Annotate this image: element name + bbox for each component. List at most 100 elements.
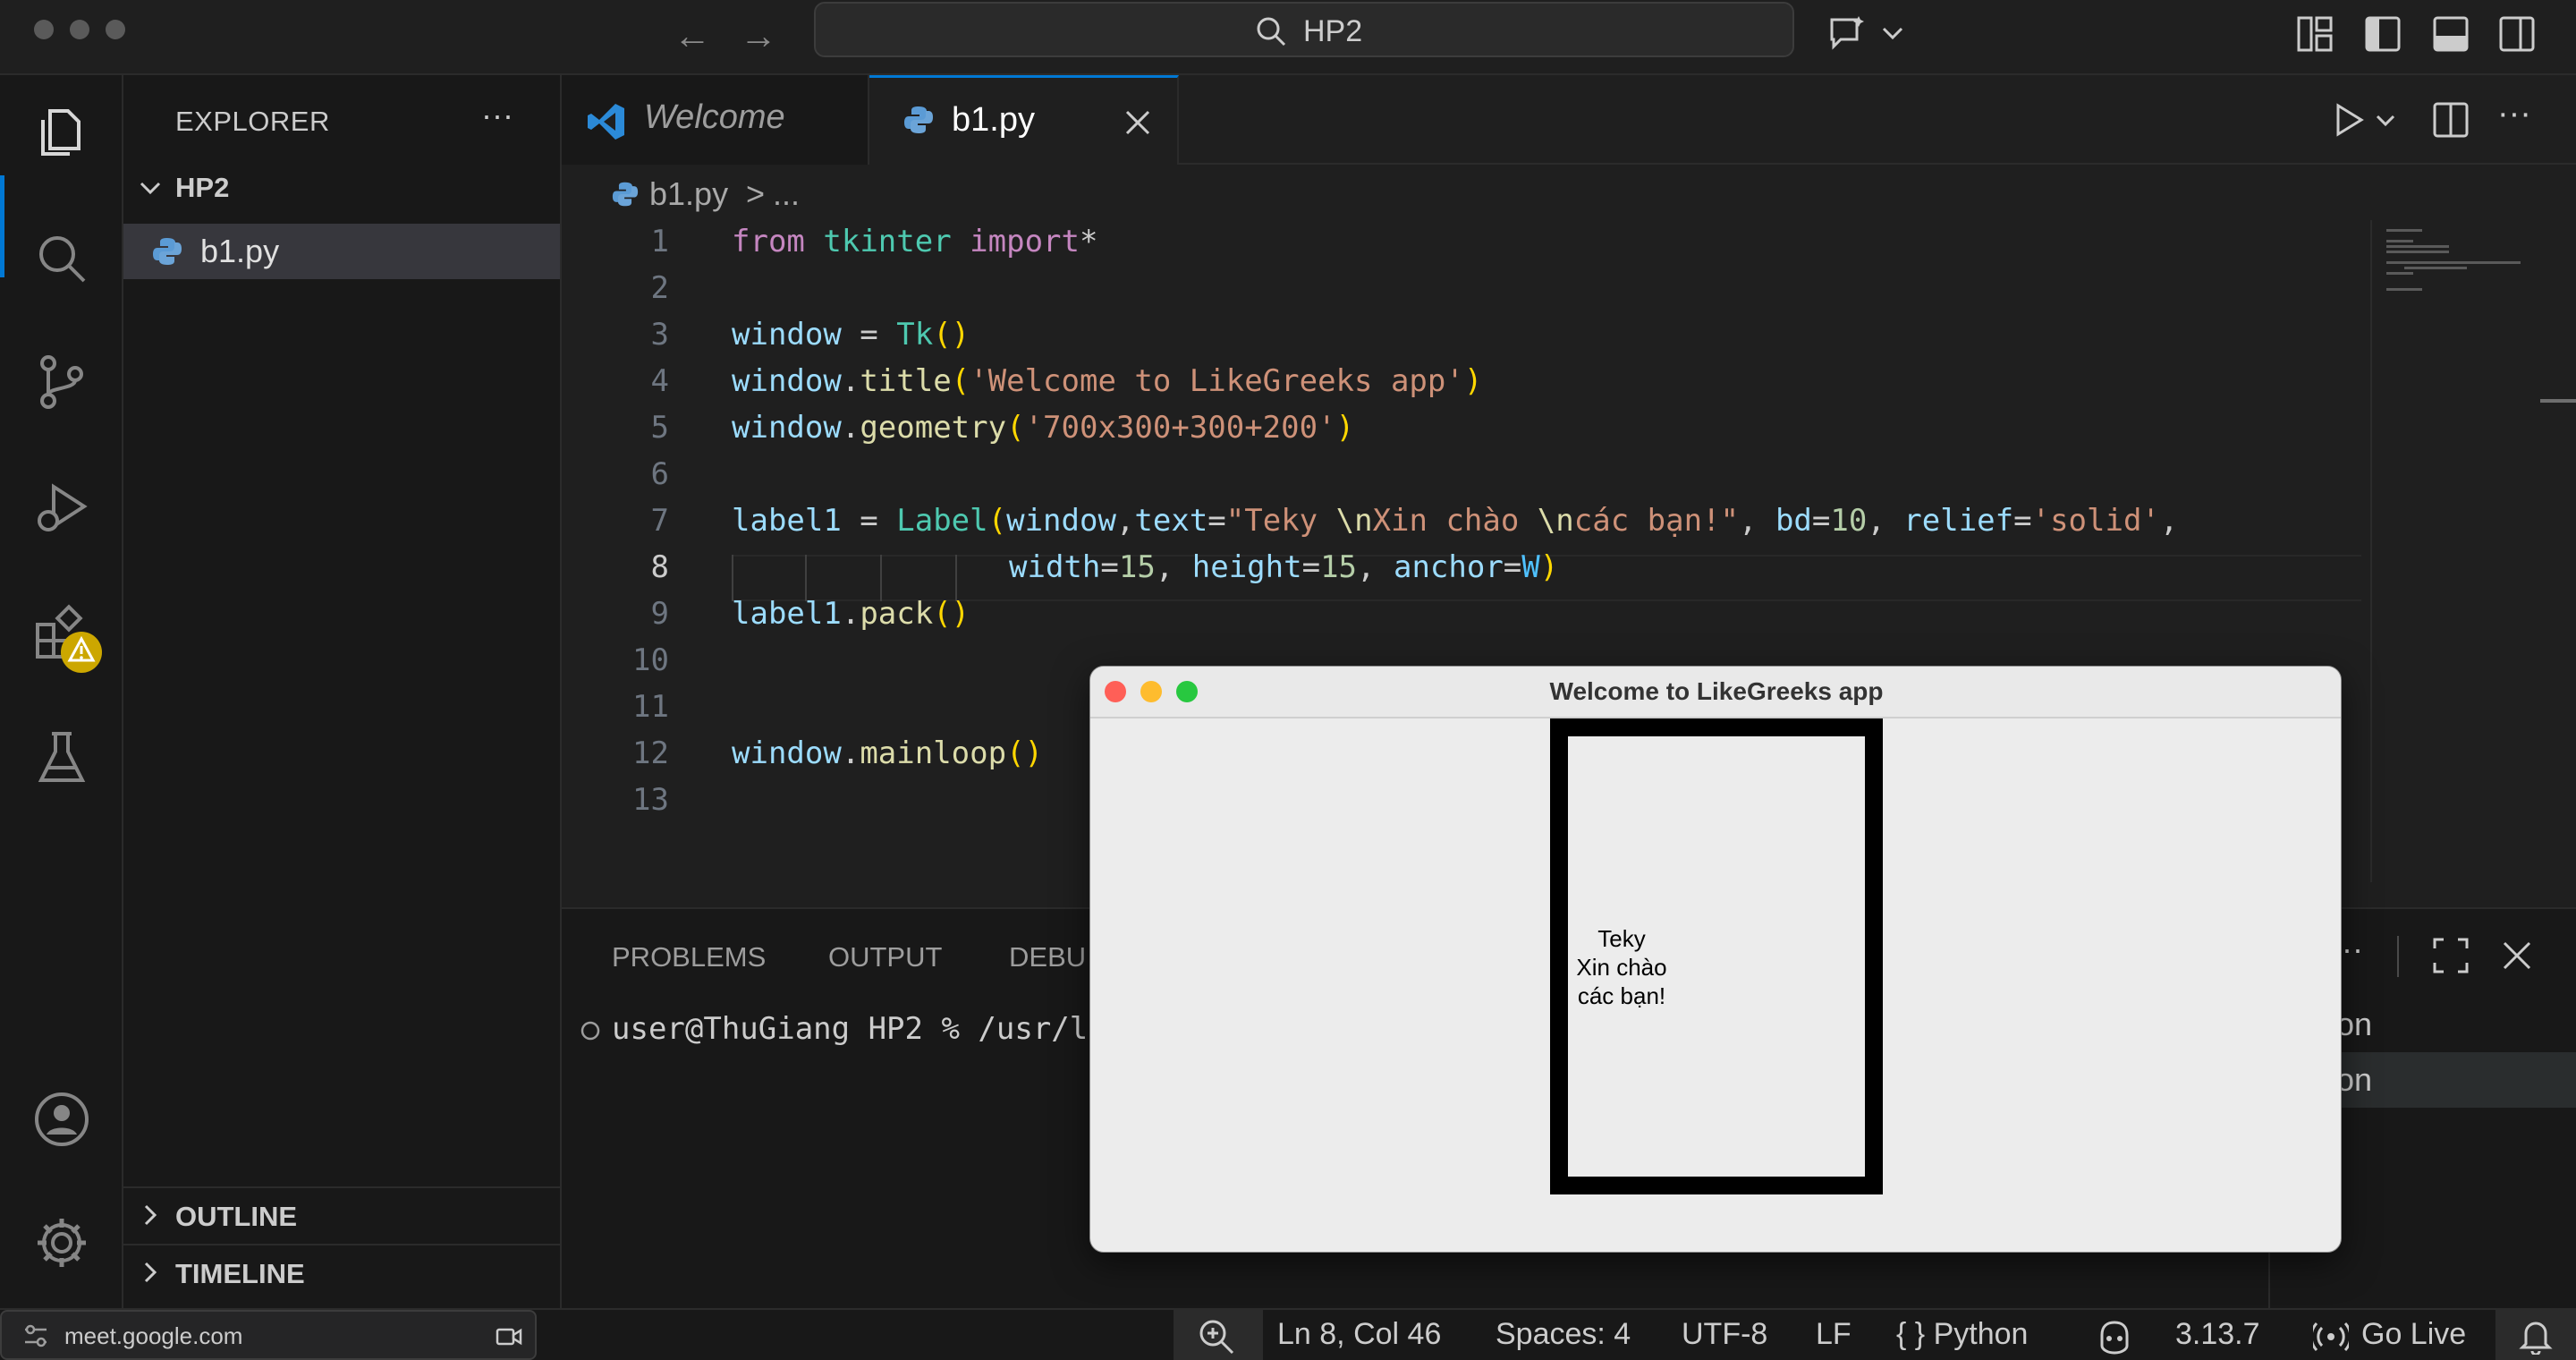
command-center-search[interactable]: HP2 — [814, 2, 1794, 57]
settings-gear-icon[interactable] — [30, 1211, 93, 1274]
zoom-button[interactable] — [1174, 1310, 1263, 1360]
timeline-section[interactable]: TIMELINE — [123, 1245, 560, 1299]
line-number: 7 — [650, 503, 669, 539]
overview-ruler-cursor — [2540, 399, 2576, 403]
screen-share-tooltip: meet.google.com — [0, 1310, 537, 1360]
activity-bar — [0, 75, 123, 1308]
close-icon[interactable] — [1123, 108, 1152, 137]
encoding[interactable]: UTF-8 — [1682, 1317, 1767, 1352]
zoom-in-icon — [1199, 1320, 1234, 1355]
line-number-current: 8 — [650, 549, 669, 585]
outline-label: OUTLINE — [175, 1201, 298, 1232]
explorer-icon[interactable] — [30, 102, 93, 165]
notifications-button[interactable] — [2496, 1310, 2576, 1360]
tab-welcome[interactable]: Welcome — [562, 75, 869, 165]
copilot-icon[interactable] — [2095, 1317, 2134, 1356]
close-icon[interactable] — [2501, 939, 2533, 972]
code-line-9: label1.pack() — [732, 596, 970, 632]
line-number: 12 — [632, 735, 669, 771]
source-control-icon[interactable] — [30, 351, 93, 413]
accounts-icon[interactable] — [30, 1088, 93, 1151]
customize-layout-icon[interactable] — [2293, 13, 2336, 55]
warning-badge-icon — [61, 632, 102, 673]
tab-problems[interactable]: PROBLEMS — [612, 941, 766, 973]
cursor-position[interactable]: Ln 8, Col 46 — [1277, 1317, 1441, 1352]
terminal-status-circle-icon — [580, 1021, 600, 1041]
tk-label-text: Teky Xin chào các bạn! — [1576, 925, 1667, 1009]
line-number: 13 — [632, 782, 669, 818]
copilot-chat-icon[interactable] — [1826, 13, 1869, 55]
window-zoom-button[interactable] — [106, 20, 125, 39]
language-mode[interactable]: { } Python — [1896, 1317, 2028, 1352]
tk-title-bar[interactable]: Welcome to LikeGreeks app — [1090, 667, 2341, 718]
tk-label: Teky Xin chào các bạn! — [1568, 736, 1865, 1177]
line-number: 4 — [650, 363, 669, 399]
run-python-file-icon[interactable] — [2331, 102, 2367, 138]
line-number: 3 — [650, 317, 669, 353]
file-name: b1.py — [200, 233, 280, 269]
editor-tabs: Welcome b1.py ··· — [562, 75, 2576, 165]
tk-label-border: Teky Xin chào các bạn! — [1550, 718, 1883, 1194]
tk-window-title: Welcome to LikeGreeks app — [1549, 677, 1884, 705]
tab-welcome-label: Welcome — [644, 98, 785, 136]
python-file-icon — [153, 238, 182, 265]
line-number: 2 — [650, 270, 669, 306]
code-line-3: window = Tk() — [732, 317, 970, 353]
chevron-down-icon — [140, 182, 161, 195]
file-row-b1[interactable]: b1.py — [123, 224, 560, 279]
chevron-right-icon — [144, 1262, 157, 1283]
sliders-icon — [25, 1324, 47, 1347]
active-indicator — [0, 175, 4, 277]
chevron-right-icon — [144, 1204, 157, 1226]
chevron-down-icon[interactable] — [2372, 107, 2399, 134]
chevron-down-icon[interactable] — [1871, 13, 1914, 55]
tab-debug-console[interactable]: DEBU — [1009, 941, 1086, 973]
end-of-line[interactable]: LF — [1816, 1317, 1852, 1352]
tk-app-window[interactable]: Welcome to LikeGreeks app Teky Xin chào … — [1089, 666, 2342, 1253]
tab-b1-label: b1.py — [952, 101, 1035, 139]
bell-icon — [2519, 1322, 2553, 1355]
broadcast-icon — [2313, 1322, 2349, 1352]
toggle-primary-sidebar-icon[interactable] — [2361, 13, 2404, 55]
window-minimize-button[interactable] — [70, 20, 89, 39]
search-icon — [1257, 17, 1286, 47]
maximize-panel-icon[interactable] — [2431, 936, 2470, 975]
toggle-secondary-sidebar-icon[interactable] — [2496, 13, 2538, 55]
search-icon[interactable] — [30, 227, 93, 290]
breadcrumb-file[interactable]: b1.py — [649, 175, 728, 213]
title-bar: ← → HP2 — [0, 0, 2576, 75]
indentation[interactable]: Spaces: 4 — [1496, 1317, 1631, 1352]
folder-row[interactable]: HP2 — [123, 161, 560, 215]
toggle-panel-icon[interactable] — [2429, 13, 2472, 55]
more-actions-button[interactable]: ··· — [2497, 95, 2531, 133]
terminal-output-line: user@ThuGiang HP2 % /usr/lo — [612, 1011, 1106, 1047]
arrow-left-icon[interactable]: ← — [665, 9, 719, 63]
go-live-button[interactable]: Go Live — [2361, 1317, 2466, 1352]
vscode-logo-icon — [588, 104, 624, 140]
line-number: 11 — [632, 689, 669, 725]
run-debug-icon[interactable] — [30, 478, 93, 540]
tab-b1-py[interactable]: b1.py — [869, 75, 1179, 165]
breadcrumb-separator: > — [746, 175, 766, 212]
line-number: 1 — [650, 224, 669, 259]
code-line-5: window.geometry('700x300+300+200') — [732, 410, 1355, 446]
breadcrumb-more[interactable]: ... — [773, 175, 800, 213]
indent-guide — [805, 555, 807, 601]
split-editor-icon[interactable] — [2431, 100, 2470, 140]
code-line-4: window.title('Welcome to LikeGreeks app'… — [732, 363, 1483, 399]
code-line-8: width=15, height=15, anchor=W) — [1009, 549, 1559, 585]
sidebar-title: EXPLORER — [175, 106, 330, 137]
testing-icon[interactable] — [30, 727, 93, 789]
line-number: 6 — [650, 456, 669, 492]
camera-icon[interactable] — [496, 1326, 522, 1347]
outline-section[interactable]: OUTLINE — [123, 1188, 560, 1242]
tab-output[interactable]: OUTPUT — [828, 941, 942, 973]
tooltip-text: meet.google.com — [64, 1322, 243, 1349]
window-close-button[interactable] — [34, 20, 54, 39]
sidebar-more-button[interactable]: ··· — [481, 97, 513, 134]
code-line-1: from tkinter import* — [732, 224, 1098, 259]
minimap[interactable] — [2368, 220, 2522, 435]
arrow-right-icon[interactable]: → — [732, 9, 785, 63]
python-version[interactable]: 3.13.7 — [2175, 1317, 2260, 1352]
line-number: 10 — [632, 642, 669, 678]
